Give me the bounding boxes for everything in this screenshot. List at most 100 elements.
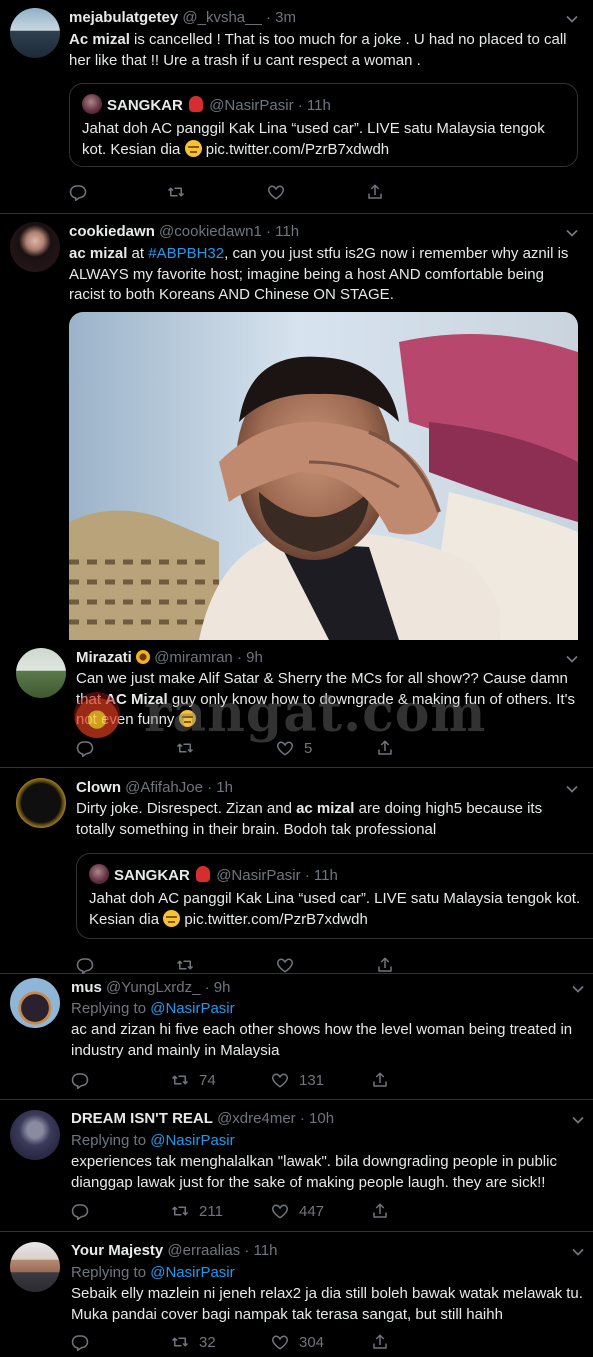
retweet-button[interactable]: 32 xyxy=(171,1331,216,1353)
like-button[interactable]: 131 xyxy=(271,1069,324,1091)
share-button[interactable] xyxy=(371,1200,389,1222)
replying-label: Replying to xyxy=(71,1000,147,1017)
reply-button[interactable] xyxy=(76,954,94,976)
tweet-actions: 74 131 xyxy=(71,1069,401,1091)
quote-author-name: SANGKAR xyxy=(114,867,190,884)
share-icon xyxy=(371,1202,389,1220)
like-count: 131 xyxy=(299,1071,325,1089)
avatar[interactable] xyxy=(10,222,60,272)
retweet-icon xyxy=(167,183,185,201)
chevron-down-icon[interactable] xyxy=(566,653,578,665)
author-handle[interactable]: @xdre4mer xyxy=(217,1110,296,1127)
timestamp[interactable]: · 9h xyxy=(205,979,231,996)
chevron-down-icon[interactable] xyxy=(572,1114,584,1126)
like-button[interactable]: 5 xyxy=(276,737,312,759)
timestamp[interactable]: · 3m xyxy=(266,9,296,26)
tweet-mus[interactable]: mus @YungLxrdz_ · 9h Replying to @NasirP… xyxy=(0,974,593,1100)
reply-to-link[interactable]: @NasirPasir xyxy=(150,1264,234,1281)
quoted-tweet[interactable]: SANGKAR @NasirPasir · 11h Jahat doh AC p… xyxy=(69,83,578,167)
share-button[interactable] xyxy=(366,181,384,203)
reply-icon xyxy=(76,956,94,974)
retweet-button[interactable] xyxy=(167,181,185,203)
media-link[interactable]: pic.twitter.com/PzrB7xdwdh xyxy=(184,911,367,928)
reply-icon xyxy=(71,1202,89,1220)
reply-icon xyxy=(76,739,94,757)
like-button[interactable] xyxy=(276,954,294,976)
avatar[interactable] xyxy=(10,1110,60,1160)
reply-button[interactable] xyxy=(76,737,94,759)
quoted-tweet[interactable]: SANGKAR @NasirPasir · 11h Jahat doh AC p… xyxy=(76,853,593,939)
timestamp[interactable]: · 11h xyxy=(266,223,299,240)
reply-button[interactable] xyxy=(71,1200,89,1222)
retweet-button[interactable]: 74 xyxy=(171,1069,216,1091)
avatar[interactable] xyxy=(10,978,60,1028)
media-link[interactable]: pic.twitter.com/PzrB7xdwdh xyxy=(206,141,389,158)
tweet-dream-isnt-real[interactable]: DREAM ISN'T REAL @xdre4mer · 10h Replyin… xyxy=(0,1100,593,1232)
tweet-mirazati[interactable]: Mirazati @miramran · 9h Can we just make… xyxy=(0,644,593,768)
reply-button[interactable] xyxy=(71,1069,89,1091)
like-button[interactable] xyxy=(267,181,285,203)
attached-gif[interactable] xyxy=(69,312,578,640)
timestamp[interactable]: · 1h xyxy=(207,779,233,796)
tweet-your-majesty[interactable]: Your Majesty @erraalias · 11h Replying t… xyxy=(0,1232,593,1357)
chevron-down-icon[interactable] xyxy=(566,783,578,795)
author-handle[interactable]: @AfifahJoe xyxy=(125,779,203,796)
tweet-actions xyxy=(76,954,406,976)
like-button[interactable]: 447 xyxy=(271,1200,324,1222)
quote-text: Jahat doh AC panggil Kak Lina “used car”… xyxy=(89,890,581,928)
author-handle[interactable]: @YungLxrdz_ xyxy=(106,979,200,996)
reply-to-link[interactable]: @NasirPasir xyxy=(150,1000,234,1017)
author-name[interactable]: DREAM ISN'T REAL xyxy=(71,1110,213,1127)
author-name[interactable]: cookiedawn xyxy=(69,223,155,240)
author-name[interactable]: Your Majesty xyxy=(71,1242,163,1259)
author-handle[interactable]: @erraalias xyxy=(167,1242,240,1259)
like-count: 447 xyxy=(299,1202,325,1220)
chevron-down-icon[interactable] xyxy=(566,227,578,239)
reply-button[interactable] xyxy=(69,181,87,203)
tweet-text: experiences tak menghalalkan "lawak". bi… xyxy=(71,1153,557,1191)
relieved-face-icon xyxy=(163,909,181,927)
timestamp[interactable]: · 10h xyxy=(300,1110,334,1127)
share-icon xyxy=(376,739,394,757)
tweet-text: ac and zizan hi five each other shows ho… xyxy=(71,1021,573,1059)
avatar[interactable] xyxy=(16,778,66,828)
author-name[interactable]: mejabulatgetey xyxy=(69,9,178,26)
author-handle[interactable]: @miramran xyxy=(154,649,233,666)
tweet-mejabulatgetey[interactable]: mejabulatgetey @_kvsha__ · 3m Ac mizal i… xyxy=(0,0,593,214)
heart-icon xyxy=(267,183,285,201)
retweet-count: 211 xyxy=(199,1202,223,1220)
share-button[interactable] xyxy=(376,954,394,976)
heart-icon xyxy=(271,1071,289,1089)
chevron-down-icon[interactable] xyxy=(572,983,584,995)
avatar[interactable] xyxy=(10,8,60,58)
chevron-down-icon[interactable] xyxy=(572,1246,584,1258)
author-handle[interactable]: @cookiedawn1 xyxy=(159,223,262,240)
replying-label: Replying to xyxy=(71,1264,147,1281)
hashtag-link[interactable]: #ABPBH32 xyxy=(148,245,224,262)
share-button[interactable] xyxy=(371,1331,389,1353)
author-name[interactable]: Clown xyxy=(76,779,121,796)
author-name[interactable]: Mirazati xyxy=(76,649,132,666)
author-handle[interactable]: @_kvsha__ xyxy=(182,9,261,26)
reply-to-link[interactable]: @NasirPasir xyxy=(150,1132,234,1149)
quote-timestamp: · 11h xyxy=(304,867,338,884)
tweet-clown[interactable]: Clown @AfifahJoe · 1h Dirty joke. Disres… xyxy=(0,768,593,974)
retweet-button[interactable] xyxy=(176,737,194,759)
reply-icon xyxy=(69,183,87,201)
like-count: 5 xyxy=(304,739,313,757)
tweet-cookiedawn[interactable]: cookiedawn @cookiedawn1 · 11h ac mizal a… xyxy=(0,214,593,644)
avatar[interactable] xyxy=(10,1242,60,1292)
chevron-down-icon[interactable] xyxy=(566,13,578,25)
share-button[interactable] xyxy=(371,1069,389,1091)
timestamp[interactable]: · 9h xyxy=(237,649,263,666)
reply-button[interactable] xyxy=(71,1331,89,1353)
retweet-button[interactable]: 211 xyxy=(171,1200,223,1222)
share-button[interactable] xyxy=(376,737,394,759)
like-button[interactable]: 304 xyxy=(271,1331,324,1353)
retweet-button[interactable] xyxy=(176,954,194,976)
avatar[interactable] xyxy=(16,648,66,698)
heart-icon xyxy=(271,1333,289,1351)
tweet-text: Ac mizal is cancelled ! That is too much… xyxy=(69,31,567,69)
timestamp[interactable]: · 11h xyxy=(244,1242,277,1259)
author-name[interactable]: mus xyxy=(71,979,102,996)
